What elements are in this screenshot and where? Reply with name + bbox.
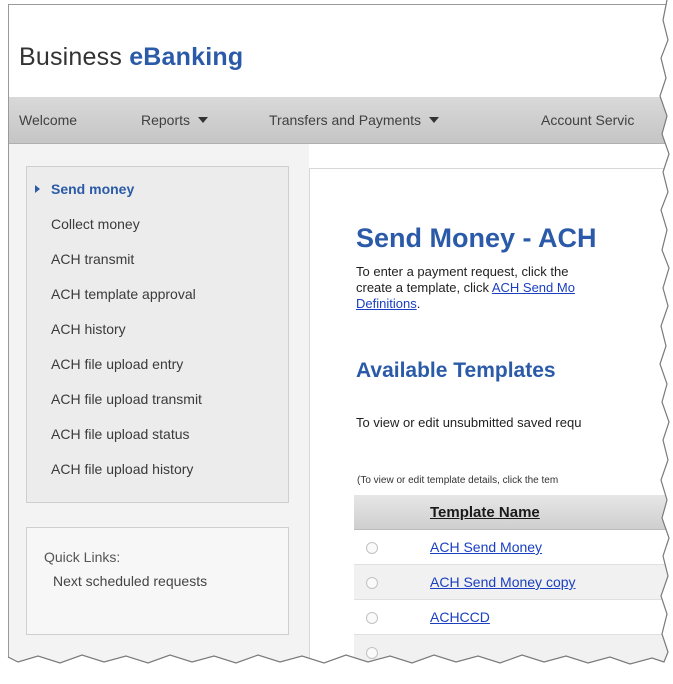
- main-content: Send Money - ACH To enter a payment requ…: [309, 168, 673, 665]
- ach-send-money-definitions-link[interactable]: ACH Send Mo: [492, 280, 575, 295]
- templates-table: Template Name ACH Send Money ACH Send Mo…: [354, 495, 673, 665]
- app-window: Business eBanking Welcome Reports Transf…: [8, 4, 673, 665]
- view-instructions: To view or edit unsubmitted saved requ: [356, 415, 582, 430]
- table-row: ACHCCD: [354, 600, 673, 635]
- nav-welcome[interactable]: Welcome: [19, 112, 77, 128]
- sidebar-item-ach-template-approval[interactable]: ACH template approval: [51, 286, 196, 302]
- sidebar-item-ach-file-upload-status[interactable]: ACH file upload status: [51, 426, 190, 442]
- sidebar-item-collect-money[interactable]: Collect money: [51, 216, 140, 232]
- sidebar-item-send-money[interactable]: Send money: [35, 181, 134, 197]
- template-link[interactable]: ACH Send Money copy: [430, 574, 576, 590]
- sidebar-item-ach-file-upload-entry[interactable]: ACH file upload entry: [51, 356, 183, 372]
- top-nav: Welcome Reports Transfers and Payments A…: [9, 97, 673, 144]
- chevron-down-icon: [198, 117, 209, 123]
- chevron-down-icon: [429, 117, 439, 123]
- definitions-link[interactable]: Definitions: [356, 296, 417, 311]
- table-row: ACH Send Money copy: [354, 565, 673, 600]
- available-templates-heading: Available Templates: [356, 359, 556, 382]
- quick-link-next-scheduled-requests[interactable]: Next scheduled requests: [53, 572, 233, 590]
- quick-links-label: Quick Links:: [44, 549, 121, 565]
- template-details-note: (To view or edit template details, click…: [357, 475, 559, 486]
- brand-logo: Business eBanking: [19, 43, 244, 71]
- quick-links-panel: Quick Links: Next scheduled requests: [26, 527, 289, 635]
- table-row: ACH Send Money: [354, 530, 673, 565]
- sidebar: Send money Collect money ACH transmit AC…: [26, 166, 289, 503]
- sidebar-item-ach-transmit[interactable]: ACH transmit: [51, 251, 134, 267]
- nav-reports[interactable]: Reports: [141, 112, 209, 128]
- template-radio[interactable]: [366, 612, 378, 624]
- template-link[interactable]: ACH Send Money: [430, 539, 542, 555]
- sidebar-item-ach-file-upload-transmit[interactable]: ACH file upload transmit: [51, 391, 202, 407]
- nav-account-services[interactable]: Account Servic: [541, 112, 634, 128]
- table-header: Template Name: [354, 495, 673, 530]
- nav-transfers-and-payments[interactable]: Transfers and Payments: [269, 112, 439, 128]
- template-radio[interactable]: [366, 542, 378, 554]
- page-title: Send Money - ACH: [356, 223, 597, 253]
- template-link[interactable]: ACHCCD: [430, 609, 490, 625]
- sidebar-item-ach-file-upload-history[interactable]: ACH file upload history: [51, 461, 193, 477]
- column-header-template-name[interactable]: Template Name: [430, 504, 540, 521]
- arrow-right-icon: [35, 185, 40, 193]
- intro-text: To enter a payment request, click the cr…: [356, 264, 575, 311]
- sidebar-item-ach-history[interactable]: ACH history: [51, 321, 126, 337]
- template-radio[interactable]: [366, 647, 378, 659]
- template-radio[interactable]: [366, 577, 378, 589]
- table-row: [354, 635, 673, 665]
